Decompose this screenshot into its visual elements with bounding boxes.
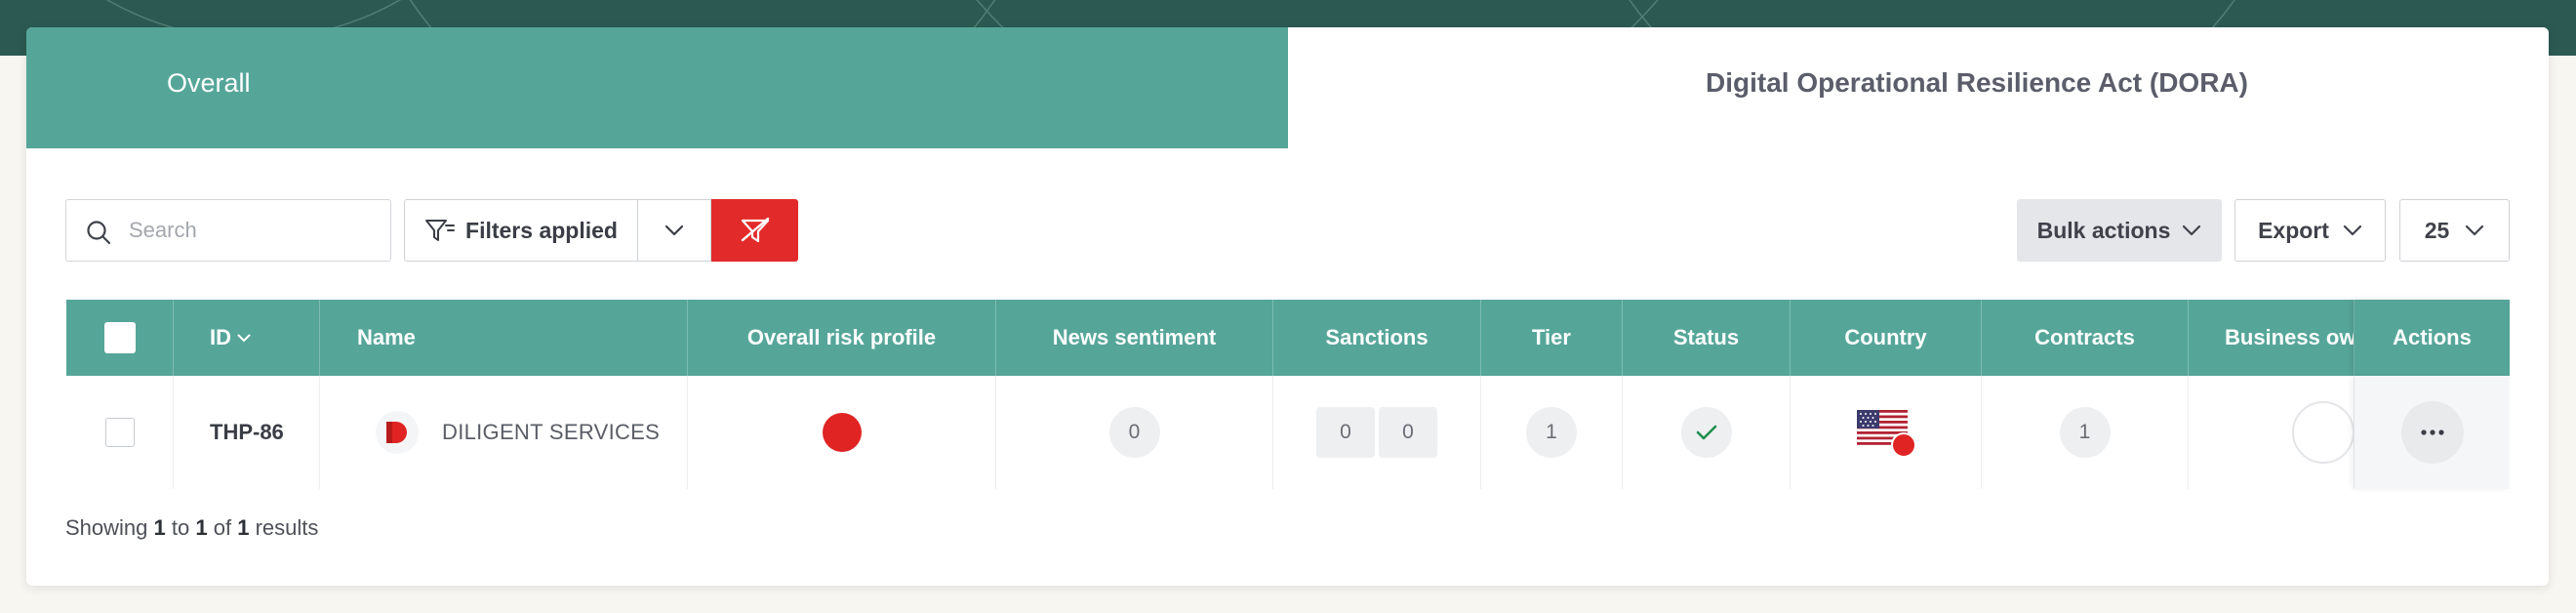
per-page-select[interactable]: 25 xyxy=(2399,199,2510,262)
tab-bar: Overall Digital Operational Resilience A… xyxy=(26,27,2549,148)
column-header-sanctions-label: Sanctions xyxy=(1325,325,1429,349)
column-header-tier-label: Tier xyxy=(1532,325,1571,349)
status-badge xyxy=(1680,407,1732,458)
column-header-contracts: Contracts xyxy=(1982,300,2189,376)
row-status-cell xyxy=(1623,376,1791,489)
search-box[interactable] xyxy=(65,199,391,262)
of-label: of xyxy=(213,515,232,540)
column-header-status-label: Status xyxy=(1672,325,1740,349)
per-page-value: 25 xyxy=(2424,217,2450,243)
to-label: to xyxy=(171,515,190,540)
row-id: THP-86 xyxy=(210,420,284,444)
chevron-down-icon xyxy=(664,225,684,236)
company-name-link[interactable]: DILIGENT SERVICES xyxy=(442,420,660,445)
filters-applied-button[interactable]: Filters applied xyxy=(404,199,638,262)
column-header-owner: Business owner xyxy=(2189,300,2355,376)
results-label: results xyxy=(255,515,319,540)
tier-badge: 1 xyxy=(1526,407,1577,458)
select-all-checkbox[interactable] xyxy=(103,322,136,353)
column-header-id[interactable]: ID xyxy=(174,300,320,376)
column-header-tier: Tier xyxy=(1481,300,1623,376)
row-contracts-cell: 1 xyxy=(1982,376,2189,489)
check-icon xyxy=(1696,425,1716,440)
bulk-actions-label: Bulk actions xyxy=(2036,217,2171,243)
showing-to: 1 xyxy=(195,515,208,540)
row-actions-button[interactable] xyxy=(2400,401,2464,464)
table-row[interactable]: THP-86 DILIGENT SERVICES 0 0 0 1 1 xyxy=(66,376,2510,489)
column-header-name-label: Name xyxy=(357,325,416,349)
pagination-summary: Showing 1 to 1 of 1 results xyxy=(65,515,318,541)
column-header-news-label: News sentiment xyxy=(1052,325,1217,349)
row-checkbox[interactable] xyxy=(104,418,135,447)
column-header-news: News sentiment xyxy=(996,300,1273,376)
risk-indicator-dot xyxy=(822,413,862,452)
column-header-risk: Overall risk profile xyxy=(688,300,996,376)
select-all-cell xyxy=(66,300,174,376)
showing-from: 1 xyxy=(153,515,166,540)
tab-dora[interactable]: Digital Operational Resilience Act (DORA… xyxy=(1288,27,2549,148)
bulk-actions-button[interactable]: Bulk actions xyxy=(2017,199,2222,262)
row-owner-cell xyxy=(2189,376,2355,489)
main-card: Overall Digital Operational Resilience A… xyxy=(26,27,2549,586)
table-header: ID Name Overall risk profile News sentim… xyxy=(66,300,2510,376)
chevron-down-icon xyxy=(2343,225,2362,236)
row-name-cell: DILIGENT SERVICES xyxy=(320,376,688,489)
row-sanctions-cell: 0 0 xyxy=(1273,376,1481,489)
row-country-cell xyxy=(1791,376,1982,489)
sanctions-count-b: 0 xyxy=(1379,407,1437,458)
filter-icon xyxy=(425,220,456,241)
column-header-country: Country xyxy=(1791,300,1982,376)
filter-off-icon xyxy=(741,217,769,243)
column-header-country-label: Country xyxy=(1844,325,1927,349)
column-header-risk-label: Overall risk profile xyxy=(746,325,937,349)
row-select-cell xyxy=(66,376,174,489)
third-party-table: ID Name Overall risk profile News sentim… xyxy=(66,300,2510,489)
tab-overall[interactable]: Overall xyxy=(26,27,1288,148)
column-header-name: Name xyxy=(320,300,688,376)
chevron-down-icon xyxy=(2466,225,2484,236)
tab-overall-label: Overall xyxy=(167,68,251,98)
chevron-down-icon xyxy=(2183,225,2201,236)
row-id-cell: THP-86 xyxy=(174,376,320,489)
sanctions-count-a: 0 xyxy=(1316,407,1375,458)
column-header-owner-label: Business owner xyxy=(2225,325,2355,349)
column-header-actions: Actions xyxy=(2355,300,2510,376)
filters-applied-label: Filters applied xyxy=(465,217,618,243)
owner-avatar xyxy=(2292,401,2354,464)
export-label: Export xyxy=(2258,217,2329,243)
search-input[interactable] xyxy=(129,214,373,247)
clear-filters-button[interactable] xyxy=(711,199,798,262)
row-tier-cell: 1 xyxy=(1481,376,1623,489)
column-header-actions-label: Actions xyxy=(2393,325,2472,349)
column-header-sanctions: Sanctions xyxy=(1273,300,1481,376)
more-horizontal-icon xyxy=(2420,429,2444,435)
us-flag-icon xyxy=(1856,410,1916,458)
sort-chevron-icon xyxy=(237,334,251,342)
showing-total: 1 xyxy=(237,515,250,540)
column-header-contracts-label: Contracts xyxy=(2034,325,2135,349)
tab-dora-label: Digital Operational Resilience Act (DORA… xyxy=(1706,67,2248,98)
column-header-status: Status xyxy=(1623,300,1791,376)
news-sentiment-badge: 0 xyxy=(1108,407,1160,458)
company-logo-icon xyxy=(376,411,419,454)
column-header-id-label: ID xyxy=(210,325,231,349)
toolbar: Filters applied Bulk actions Export xyxy=(26,199,2549,262)
row-risk-cell xyxy=(688,376,996,489)
row-news-cell: 0 xyxy=(996,376,1273,489)
showing-label: Showing xyxy=(65,515,148,540)
filters-dropdown-button[interactable] xyxy=(637,199,711,262)
search-icon xyxy=(87,221,111,245)
row-actions-cell xyxy=(2355,376,2510,489)
contracts-count-badge: 1 xyxy=(2059,407,2111,458)
export-button[interactable]: Export xyxy=(2234,199,2386,262)
